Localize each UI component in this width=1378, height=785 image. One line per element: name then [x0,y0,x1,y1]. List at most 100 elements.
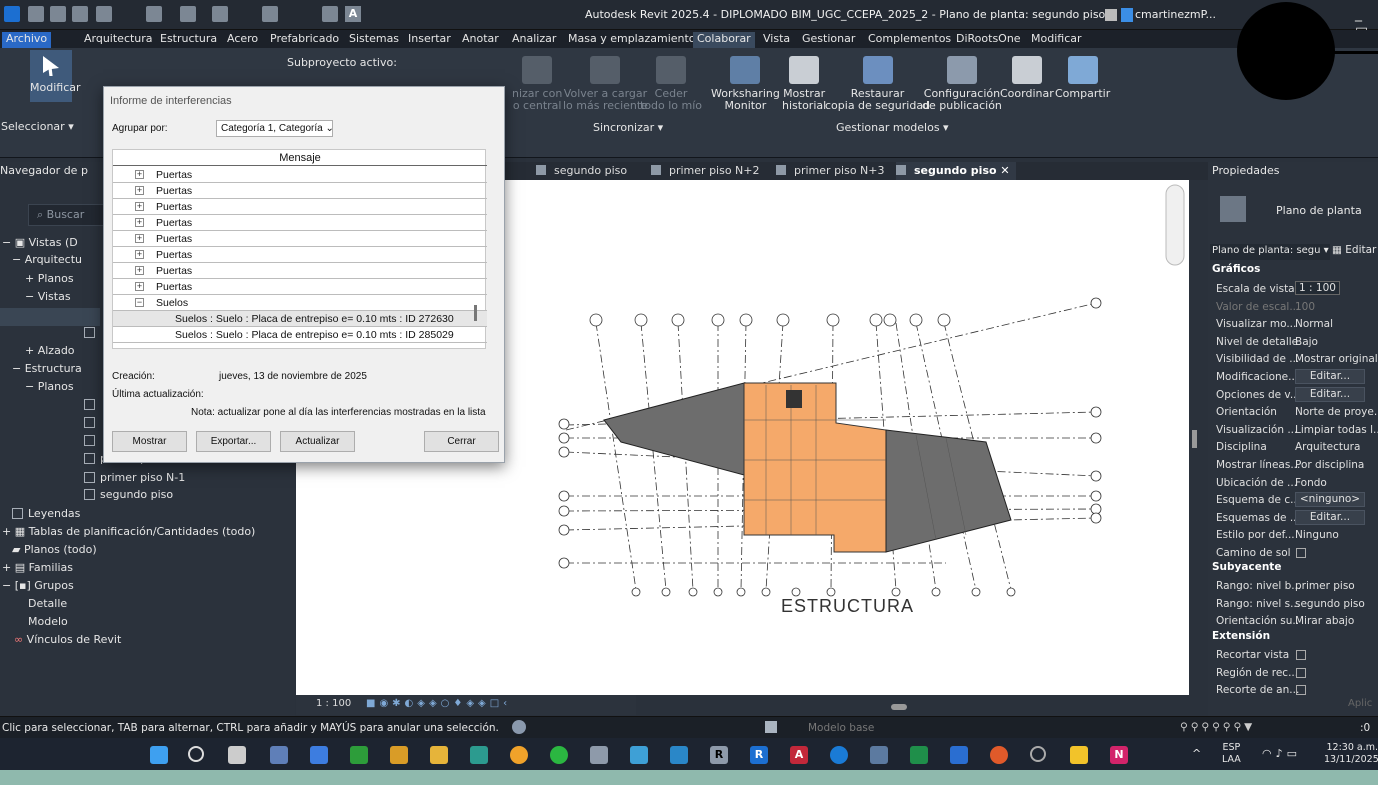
group-by-select[interactable]: Categoría 1, Categoría ⌄ [216,120,334,137]
tab-complementos[interactable]: Complementos [864,32,955,48]
navisworks-icon[interactable]: N [1110,746,1128,764]
tree-item-selected[interactable] [0,308,100,326]
app-icon[interactable] [310,746,328,764]
app-icon[interactable] [630,746,648,764]
open-icon[interactable] [50,6,66,22]
app-icon[interactable] [1030,746,1046,762]
active-model-label[interactable]: Modelo base [808,722,874,734]
expand-icon[interactable]: + [135,186,144,195]
update-button[interactable]: Actualizar [280,431,355,452]
tree-item-planos-todo[interactable]: ▰ Planos (todo) [12,543,97,556]
property-row[interactable]: Disciplina Arquitectura [1208,439,1378,456]
xbox-icon[interactable] [350,746,368,764]
tab-modificar[interactable]: Modificar [1027,32,1086,48]
property-row[interactable]: Ubicación de ... Fondo [1208,475,1378,492]
excel-icon[interactable] [910,746,928,764]
file-explorer-icon[interactable] [430,746,448,764]
interference-list[interactable]: Mensaje + Puertas + Puertas + Puertas + Puertas… [112,149,487,349]
chrome-icon[interactable] [510,746,528,764]
tree-item-vistas-sub[interactable]: − Vistas [25,290,71,303]
tab-sistemas[interactable]: Sistemas [345,32,403,48]
property-row[interactable]: Mostrar líneas... Por disciplina [1208,457,1378,474]
sync-central-button[interactable]: nizar con o central [512,56,562,112]
panel-sync-label[interactable]: Sincronizar ▾ [593,121,663,134]
property-row[interactable]: Nivel de detalle Bajo [1208,334,1378,351]
tree-item-primer-n1[interactable]: primer piso N-1 [84,471,185,484]
undo-icon[interactable] [146,6,162,22]
show-history-button[interactable]: Mostrar historial [782,56,826,112]
tree-item-familias[interactable]: + ▤ Familias [2,561,73,574]
property-row[interactable]: Estilo por def... Ninguno [1208,527,1378,544]
sync-icon[interactable] [96,6,112,22]
property-row[interactable]: Región de rec... [1208,665,1378,682]
interference-row[interactable]: − Suelos [113,295,487,311]
measure-icon[interactable] [262,6,278,22]
property-row[interactable]: Orientación su... Mirar abajo [1208,613,1378,630]
section-graphics[interactable]: Gráficos [1210,263,1378,279]
section-underlay[interactable]: Subyacente [1210,561,1378,577]
expand-icon[interactable]: + [135,234,144,243]
tree-item-alzado[interactable]: + Alzado [25,344,75,357]
export-button[interactable]: Exportar... [196,431,271,452]
interference-row[interactable]: + Puertas [113,247,487,263]
property-button[interactable]: Editar... [1295,509,1365,525]
app-icon[interactable] [270,746,288,764]
edit-type-button[interactable]: ▦ Editar [1332,244,1376,256]
expand-icon[interactable]: + [135,282,144,291]
interference-row[interactable]: + Puertas [113,215,487,231]
scale-label[interactable]: 1 : 100 [316,698,351,709]
tag-icon[interactable] [322,6,338,22]
tree-item-segundo[interactable]: segundo piso [84,488,173,501]
checkbox[interactable] [1296,650,1306,660]
tab-masa[interactable]: Masa y emplazamiento [564,32,700,48]
property-row[interactable]: Esquemas de ... Editar... [1208,509,1378,527]
revit-logo-icon[interactable] [4,6,20,22]
whatsapp-icon[interactable] [550,746,568,764]
interference-row[interactable]: + Puertas [113,167,487,183]
tab-analizar[interactable]: Analizar [508,32,560,48]
tree-item-vistas[interactable]: − ▣ Vistas (D [2,236,78,249]
interference-row[interactable]: + Puertas [113,199,487,215]
view-tab-segundo-1[interactable]: segundo piso [536,162,627,180]
view-tab-primer-n3[interactable]: primer piso N+3 [776,162,885,180]
expand-icon[interactable]: + [135,218,144,227]
collapse-icon[interactable]: − [135,298,144,307]
reload-latest-button[interactable]: Volver a cargar lo más reciente [563,56,648,112]
tab-dirootsone[interactable]: DiRootsOne [952,32,1025,48]
tab-colaborar[interactable]: Colaborar [693,32,755,48]
app-icon[interactable] [670,746,688,764]
tree-item-tablas[interactable]: + ▦ Tablas de planificación/Cantidades (… [2,525,255,538]
interference-row[interactable]: + Puertas [113,263,487,279]
worksets-icon[interactable] [512,720,526,734]
tree-item-planos[interactable]: + Planos [25,272,74,285]
app-icon[interactable] [870,746,888,764]
interference-row[interactable]: + Puertas [113,279,487,295]
modify-button[interactable]: Modificar [30,50,81,102]
horizontal-scroll-thumb[interactable] [891,704,907,710]
tab-estructura[interactable]: Estructura [156,32,221,48]
vertical-scrollbar[interactable] [1189,180,1208,700]
app-icon[interactable] [1070,746,1088,764]
tree-item-leyendas[interactable]: Leyendas [12,507,80,520]
view-tab-primer-n2[interactable]: primer piso N+2 [651,162,760,180]
expand-icon[interactable]: + [135,250,144,259]
checkbox[interactable] [1296,667,1306,678]
tree-item-estructura[interactable]: − Estructura [12,362,82,375]
tree-item-detalle[interactable]: Detalle [28,597,67,610]
app-icon[interactable] [990,746,1008,764]
interference-row[interactable]: Suelos : Suelo : Placa de entrepiso e= 0… [113,311,487,327]
tab-anotar[interactable]: Anotar [458,32,503,48]
redo-icon[interactable] [180,6,196,22]
autocad-icon[interactable]: A [790,746,808,764]
property-row[interactable]: Camino de sol [1208,545,1378,562]
view-tab-segundo-active[interactable]: segundo piso ✕ [896,162,1016,180]
restore-backup-button[interactable]: Restaurar copia de seguridad [825,56,930,112]
tree-item-modelo[interactable]: Modelo [28,615,68,628]
property-row[interactable]: Recorte de an... [1208,682,1378,699]
property-row[interactable]: Valor de escal... 100 [1208,299,1378,316]
section-extent[interactable]: Extensión [1210,630,1378,646]
expand-icon[interactable]: + [135,266,144,275]
property-button[interactable]: Editar... [1295,386,1365,402]
user-icon[interactable] [1121,8,1133,22]
checkbox[interactable] [1296,685,1306,696]
